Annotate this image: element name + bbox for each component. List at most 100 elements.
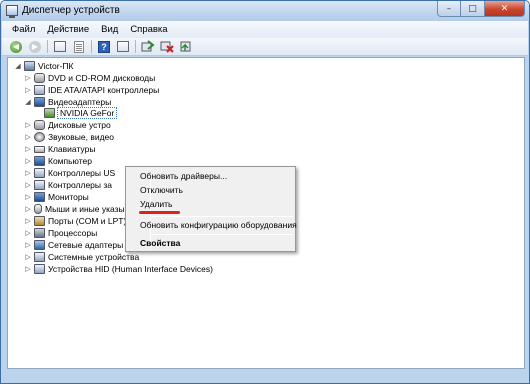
expand-icon[interactable]: ▷	[24, 74, 32, 82]
system-device-icon	[34, 252, 45, 262]
expand-icon[interactable]: ▷	[24, 169, 32, 177]
port-icon	[34, 216, 45, 226]
network-adapter-icon	[34, 240, 45, 250]
help-icon: ?	[98, 40, 110, 53]
device-tree-panel[interactable]: ◢ Victor-ПК ▷ DVD и CD-ROM дисководы ▷ I…	[7, 57, 525, 369]
tree-item-label: Сетевые адаптеры	[48, 240, 124, 250]
tree-item-label: Системные устройства	[48, 252, 140, 262]
usb-controller-icon	[34, 168, 45, 178]
expand-icon[interactable]: ▷	[24, 205, 32, 213]
minimize-button[interactable]: –	[437, 1, 461, 17]
device-view-icon	[117, 41, 129, 52]
device-manager-icon	[6, 5, 18, 18]
tree-item-label: Контроллеры за	[48, 180, 113, 190]
collapse-icon[interactable]: ◢	[14, 62, 22, 70]
menu-view[interactable]: Вид	[95, 24, 124, 35]
tree-item-label: Контроллеры US	[48, 168, 116, 178]
tree-item[interactable]: ▷ Сетевые адаптеры	[24, 239, 123, 251]
forward-button[interactable]: ▶	[27, 40, 43, 54]
uninstall-icon	[160, 41, 174, 53]
tree-item-label: Звуковые, видео	[48, 132, 115, 142]
properties-icon	[54, 41, 66, 52]
tree-item[interactable]: ▷ Мониторы	[24, 191, 89, 203]
red-underline-highlight	[139, 211, 180, 214]
expand-icon[interactable]: ▷	[24, 133, 32, 141]
context-menu-gutter	[150, 169, 151, 249]
display-adapter-icon	[34, 97, 45, 107]
dvd-drive-icon	[34, 73, 45, 83]
expand-icon[interactable]: ▷	[24, 181, 32, 189]
ide-controller-icon	[34, 85, 45, 95]
tree-item[interactable]: ▷ Контроллеры за	[24, 179, 112, 191]
help-button[interactable]: ?	[96, 40, 112, 54]
monitor-icon	[34, 192, 45, 202]
maximize-button[interactable]: □	[461, 1, 485, 17]
tree-item[interactable]: ▷ Системные устройства	[24, 251, 139, 263]
scan-hardware-menu-item[interactable]: Обновить конфигурацию оборудования	[140, 220, 297, 230]
hid-device-icon	[34, 264, 45, 274]
tree-item-label: Устройства HID (Human Interface Devices)	[48, 264, 213, 274]
uninstall-button[interactable]	[159, 40, 175, 54]
tree-item-label: Мониторы	[48, 192, 89, 202]
processor-icon	[34, 228, 45, 238]
context-menu: Обновить драйверы... Отключить Удалить О…	[125, 166, 297, 252]
tree-item[interactable]: ▷ Процессоры	[24, 227, 97, 239]
toolbar-separator	[47, 40, 48, 53]
menu-action[interactable]: Действие	[41, 24, 95, 35]
tree-item[interactable]: ▷ IDE ATA/ATAPI контроллеры	[24, 84, 159, 96]
tree-root-label: Victor-ПК	[38, 61, 74, 71]
update-driver-icon	[180, 41, 191, 52]
update-driver-button[interactable]	[178, 40, 194, 54]
tree-item[interactable]: ▷ Порты (COM и LPT)	[24, 215, 126, 227]
tree-item-label: Компьютер	[48, 156, 92, 166]
expand-icon[interactable]: ▷	[24, 193, 32, 201]
update-drivers-menu-item[interactable]: Обновить драйверы...	[140, 171, 227, 181]
tree-item-label: Процессоры	[48, 228, 98, 238]
tree-item-label: Клавиатуры	[48, 144, 96, 154]
keyboard-icon	[34, 145, 45, 153]
expand-icon[interactable]: ▷	[24, 145, 32, 153]
close-button[interactable]: ✕	[485, 1, 525, 17]
toolbar-separator	[91, 40, 92, 53]
tree-item-label: NVIDIA GeFor	[57, 107, 118, 119]
context-menu-separator	[152, 216, 293, 217]
device-view-button[interactable]	[115, 40, 131, 54]
expand-icon[interactable]: ▷	[24, 157, 32, 165]
expand-icon[interactable]: ▷	[24, 265, 32, 273]
title-bar[interactable]: Диспетчер устройств – □ ✕	[1, 1, 529, 21]
show-hide-tree-button[interactable]	[71, 40, 87, 54]
menu-file[interactable]: Файл	[6, 24, 41, 35]
scan-hardware-button[interactable]	[140, 40, 156, 54]
tree-item[interactable]: ▷ DVD и CD-ROM дисководы	[24, 72, 155, 84]
scan-hardware-icon	[141, 40, 155, 52]
tree-item[interactable]: ▷ Клавиатуры	[24, 143, 95, 155]
tree-item[interactable]: ▷ Дисковые устро	[24, 119, 111, 131]
tree-item-selected[interactable]: NVIDIA GeFor	[44, 107, 118, 119]
toolbar-separator	[135, 40, 136, 53]
tree-item[interactable]: ▷ Компьютер	[24, 155, 92, 167]
expand-icon[interactable]: ▷	[24, 253, 32, 261]
tree-item-label: Дисковые устро	[48, 120, 111, 130]
expand-icon[interactable]: ▷	[24, 217, 32, 225]
menu-help[interactable]: Справка	[124, 24, 173, 35]
tree-item-label: Порты (COM и LPT)	[48, 216, 127, 226]
back-button[interactable]: ◀	[8, 40, 24, 54]
uninstall-menu-item[interactable]: Удалить	[140, 199, 172, 209]
expand-icon[interactable]: ▷	[24, 229, 32, 237]
tree-item[interactable]: ▷ Устройства HID (Human Interface Device…	[24, 263, 213, 275]
expand-icon[interactable]: ▷	[24, 86, 32, 94]
context-menu-separator	[152, 234, 293, 235]
properties-button[interactable]	[52, 40, 68, 54]
computer-root-icon	[24, 61, 35, 71]
tree-item-label: DVD и CD-ROM дисководы	[48, 73, 156, 83]
expand-icon[interactable]: ▷	[24, 121, 32, 129]
collapse-icon[interactable]: ◢	[24, 98, 32, 106]
tree-item[interactable]: ▷ Контроллеры US	[24, 167, 115, 179]
expand-icon[interactable]: ▷	[24, 241, 32, 249]
tree-item[interactable]: ▷ Звуковые, видео	[24, 131, 114, 143]
show-hide-tree-icon	[74, 40, 84, 53]
disable-menu-item[interactable]: Отключить	[140, 185, 183, 195]
tree-item-label: IDE ATA/ATAPI контроллеры	[48, 85, 160, 95]
properties-menu-item[interactable]: Свойства	[140, 238, 180, 248]
tree-root[interactable]: ◢ Victor-ПК	[14, 60, 73, 72]
